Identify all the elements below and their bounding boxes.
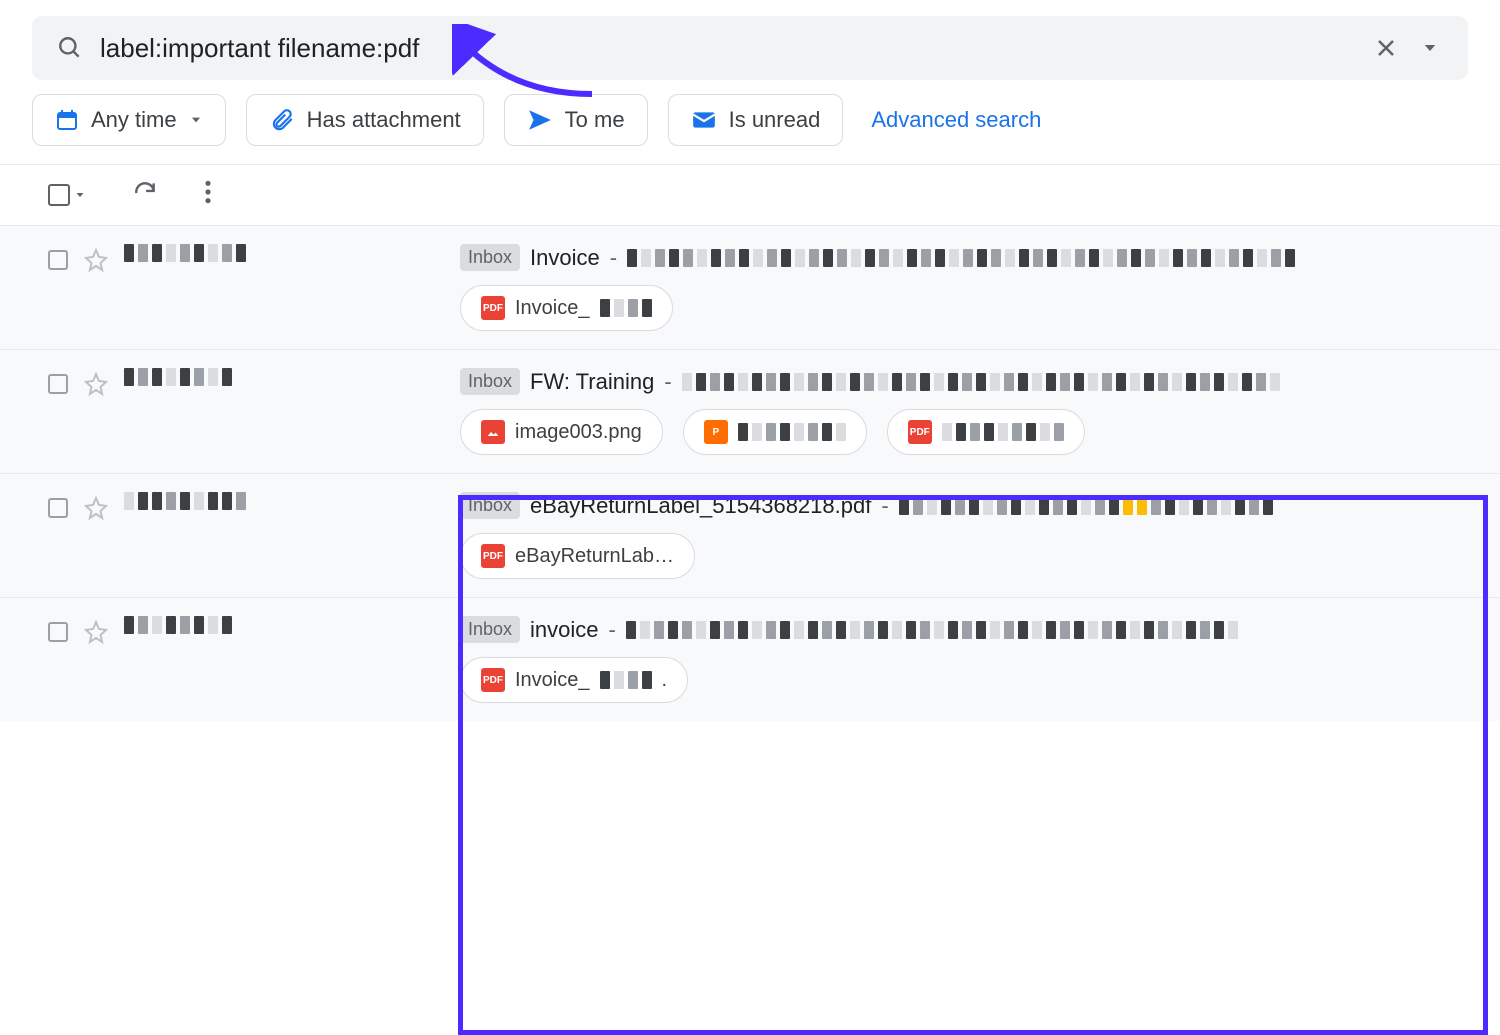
attachment-chip[interactable]: P	[683, 409, 867, 455]
mail-icon	[691, 107, 717, 133]
slides-icon: P	[704, 420, 728, 444]
filter-label: Is unread	[729, 107, 821, 133]
email-snippet	[899, 497, 1273, 515]
email-row[interactable]: Inbox FW: Training - image003.png P PDF	[0, 349, 1500, 473]
filter-has-attachment[interactable]: Has attachment	[246, 94, 484, 146]
attachment-chip[interactable]: PDF	[887, 409, 1085, 455]
star-icon[interactable]	[84, 620, 108, 644]
more-button[interactable]	[204, 179, 212, 211]
row-checkbox[interactable]	[48, 622, 68, 642]
search-bar	[32, 16, 1468, 80]
email-row[interactable]: Inbox eBayReturnLabel_5154368218.pdf - P…	[0, 473, 1500, 597]
list-toolbar	[0, 165, 1500, 225]
email-snippet	[682, 373, 1280, 391]
attachment-name: image003.png	[515, 421, 642, 444]
attachment-name	[942, 423, 1064, 441]
filter-chips-row: Any time Has attachment To me Is unread …	[0, 90, 1500, 165]
email-subject: eBayReturnLabel_5154368218.pdf	[530, 493, 871, 519]
star-icon[interactable]	[84, 372, 108, 396]
email-snippet	[627, 249, 1295, 267]
attachment-name: eBayReturnLab…	[515, 545, 674, 568]
chevron-down-icon	[189, 113, 203, 127]
sender-name	[124, 492, 444, 510]
star-icon[interactable]	[84, 496, 108, 520]
label-badge: Inbox	[460, 492, 520, 519]
refresh-button[interactable]	[132, 179, 158, 211]
filter-label: To me	[565, 107, 625, 133]
email-snippet	[626, 621, 1238, 639]
label-badge: Inbox	[460, 616, 520, 643]
label-badge: Inbox	[460, 244, 520, 271]
pdf-icon: PDF	[481, 296, 505, 320]
email-subject: Invoice	[530, 245, 600, 271]
filter-any-time[interactable]: Any time	[32, 94, 226, 146]
filter-is-unread[interactable]: Is unread	[668, 94, 844, 146]
send-icon	[527, 107, 553, 133]
sender-name	[124, 368, 444, 386]
search-options-dropdown-icon[interactable]	[1408, 26, 1452, 70]
more-vert-icon	[204, 179, 212, 205]
sender-name	[124, 244, 444, 262]
pdf-icon: PDF	[481, 544, 505, 568]
search-icon[interactable]	[48, 26, 92, 70]
image-icon	[481, 420, 505, 444]
attachment-name: Invoice_	[515, 297, 590, 320]
chevron-down-icon	[74, 189, 86, 201]
attachment-name	[738, 423, 846, 441]
filter-label: Any time	[91, 107, 177, 133]
attachment-chip[interactable]: image003.png	[460, 409, 663, 455]
star-icon[interactable]	[84, 248, 108, 272]
select-all-checkbox[interactable]	[48, 184, 86, 206]
advanced-search-link[interactable]: Advanced search	[863, 107, 1049, 133]
email-subject: FW: Training	[530, 369, 654, 395]
calendar-icon	[55, 108, 79, 132]
attachment-chip[interactable]: PDF Invoice_	[460, 285, 673, 331]
attachment-chip[interactable]: PDF Invoice_ .	[460, 657, 688, 703]
sender-name	[124, 616, 444, 634]
label-badge: Inbox	[460, 368, 520, 395]
email-row[interactable]: Inbox invoice - PDF Invoice_ .	[0, 597, 1500, 721]
email-row[interactable]: Inbox Invoice - PDF Invoice_	[0, 225, 1500, 349]
email-list: Inbox Invoice - PDF Invoice_	[0, 225, 1500, 721]
attachment-icon	[269, 107, 295, 133]
search-input[interactable]	[92, 33, 1364, 64]
attachment-chip[interactable]: PDF eBayReturnLab…	[460, 533, 695, 579]
filter-label: Has attachment	[307, 107, 461, 133]
row-checkbox[interactable]	[48, 498, 68, 518]
email-subject: invoice	[530, 617, 598, 643]
filter-to-me[interactable]: To me	[504, 94, 648, 146]
row-checkbox[interactable]	[48, 374, 68, 394]
pdf-icon: PDF	[908, 420, 932, 444]
refresh-icon	[132, 179, 158, 205]
attachment-name: Invoice_	[515, 669, 590, 692]
pdf-icon: PDF	[481, 668, 505, 692]
row-checkbox[interactable]	[48, 250, 68, 270]
clear-search-icon[interactable]	[1364, 26, 1408, 70]
